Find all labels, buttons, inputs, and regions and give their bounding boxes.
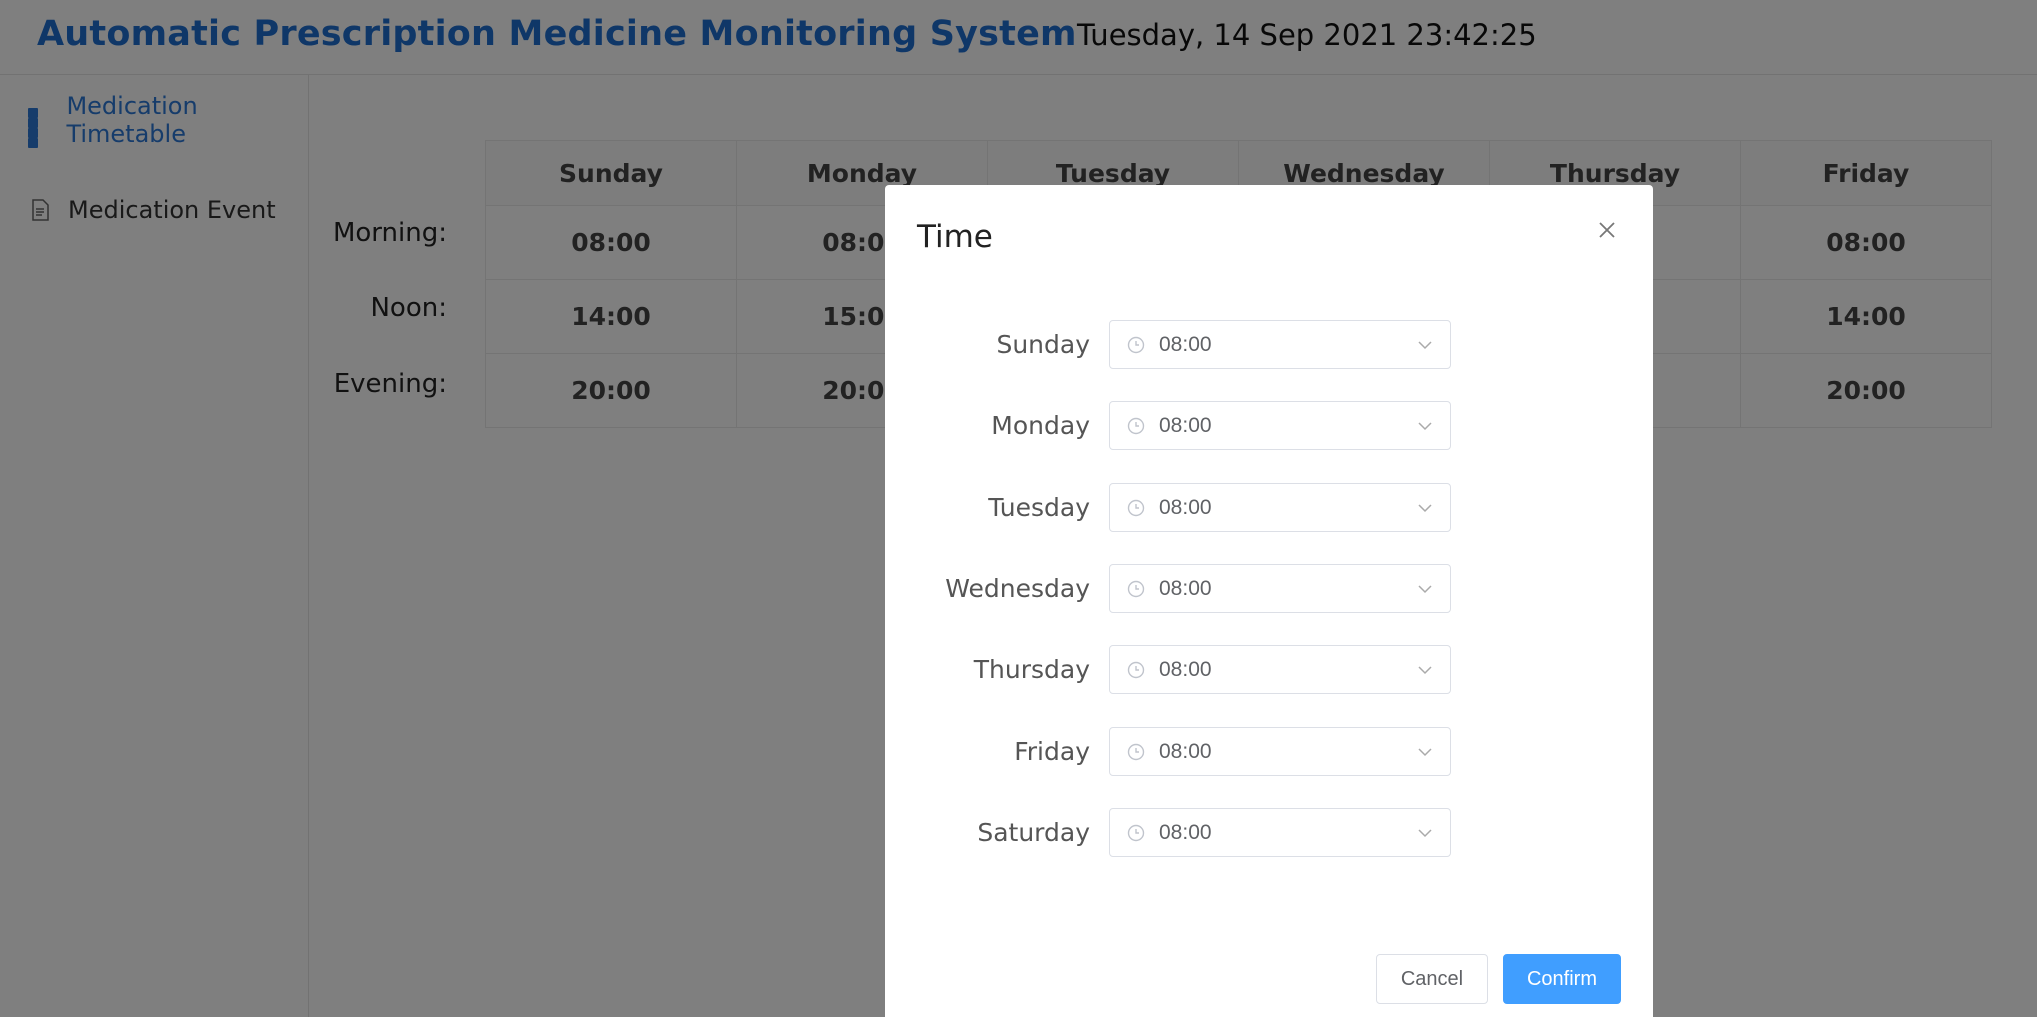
clock-icon — [1127, 336, 1145, 353]
time-picker-wednesday[interactable]: 08:00 — [1109, 564, 1451, 613]
confirm-button[interactable]: Confirm — [1503, 954, 1621, 1004]
chevron-down-icon — [1418, 340, 1432, 349]
dialog-title: Time — [917, 219, 993, 255]
clock-icon — [1127, 661, 1145, 678]
time-value: 08:00 — [1159, 820, 1212, 844]
clock-icon — [1127, 824, 1145, 841]
field-label-friday: Friday — [1014, 737, 1090, 766]
time-dialog: Time Sunday 08:00 Monday 08:00 Tuesday 0… — [885, 185, 1653, 1017]
time-picker-thursday[interactable]: 08:00 — [1109, 645, 1451, 694]
time-value: 08:00 — [1159, 739, 1212, 763]
close-icon[interactable] — [1595, 219, 1619, 243]
time-picker-saturday[interactable]: 08:00 — [1109, 808, 1451, 857]
field-label-sunday: Sunday — [996, 330, 1090, 359]
clock-icon — [1127, 499, 1145, 516]
clock-icon — [1127, 580, 1145, 597]
cancel-button[interactable]: Cancel — [1376, 954, 1488, 1004]
field-label-monday: Monday — [991, 411, 1090, 440]
time-value: 08:00 — [1159, 576, 1212, 600]
time-picker-sunday[interactable]: 08:00 — [1109, 320, 1451, 369]
chevron-down-icon — [1418, 747, 1432, 756]
chevron-down-icon — [1418, 665, 1432, 674]
time-value: 08:00 — [1159, 657, 1212, 681]
time-picker-tuesday[interactable]: 08:00 — [1109, 483, 1451, 532]
time-value: 08:00 — [1159, 495, 1212, 519]
field-label-thursday: Thursday — [973, 655, 1090, 684]
time-picker-friday[interactable]: 08:00 — [1109, 727, 1451, 776]
time-value: 08:00 — [1159, 413, 1212, 437]
chevron-down-icon — [1418, 503, 1432, 512]
chevron-down-icon — [1418, 421, 1432, 430]
chevron-down-icon — [1418, 828, 1432, 837]
clock-icon — [1127, 743, 1145, 760]
clock-icon — [1127, 417, 1145, 434]
time-value: 08:00 — [1159, 332, 1212, 356]
chevron-down-icon — [1418, 584, 1432, 593]
field-label-wednesday: Wednesday — [945, 574, 1090, 603]
field-label-saturday: Saturday — [977, 818, 1090, 847]
time-picker-monday[interactable]: 08:00 — [1109, 401, 1451, 450]
field-label-tuesday: Tuesday — [988, 493, 1090, 522]
